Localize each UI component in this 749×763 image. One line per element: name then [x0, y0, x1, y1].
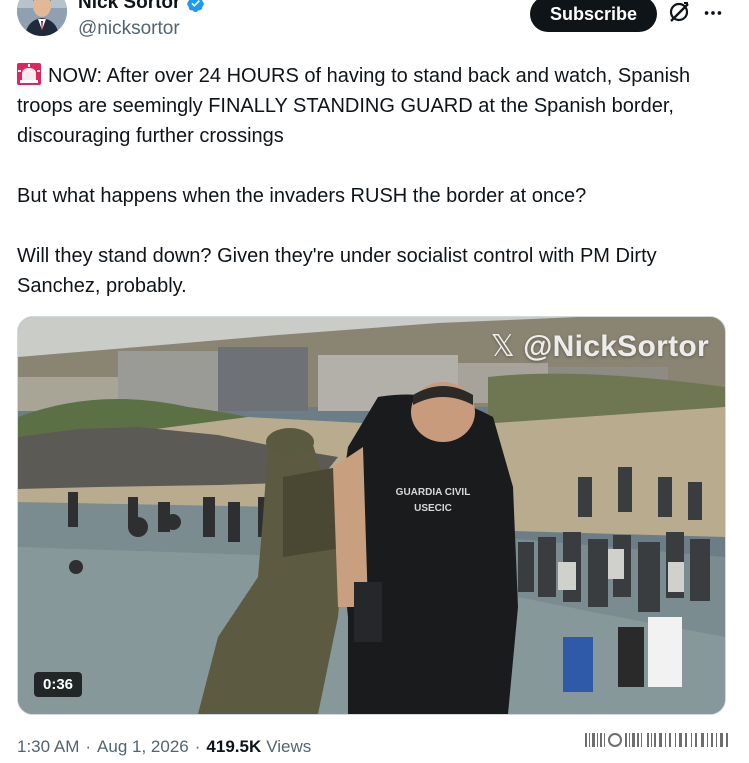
video-duration-badge: 0:36 [34, 672, 83, 697]
video-watermark: 𝕏 @NickSortor [491, 329, 709, 364]
rotating-light-icon [17, 63, 41, 85]
vest-text-1: GUARDIA CIVIL [396, 487, 471, 498]
separator-dot: · [85, 737, 92, 756]
video-player[interactable]: GUARDIA CIVIL USECIC 𝕏 @NickSortor 0:36 [17, 316, 726, 715]
tweet-paragraph-1-text: NOW: After over 24 HOURS of having to st… [17, 65, 691, 147]
tweet-paragraph-1: NOW: After over 24 HOURS of having to st… [17, 61, 717, 151]
grok-icon[interactable] [667, 0, 691, 24]
tweet-time[interactable]: 1:30 AM [17, 737, 79, 757]
author-handle[interactable]: @nicksortor [78, 18, 180, 40]
avatar[interactable] [17, 0, 67, 36]
separator-dot: · [194, 737, 201, 756]
video-frame: GUARDIA CIVIL USECIC [18, 317, 725, 714]
subscribe-button[interactable]: Subscribe [530, 0, 657, 32]
tweet-paragraph-2: But what happens when the invaders RUSH … [17, 185, 587, 207]
more-icon[interactable] [702, 2, 724, 24]
barcode-watermark-icon [585, 733, 728, 747]
tweet-date[interactable]: Aug 1, 2026 [97, 737, 189, 757]
vest-text-2: USECIC [414, 503, 452, 514]
tweet-meta: 1:30 AM · Aug 1, 2026 · 419.5K Views [17, 737, 311, 757]
tweet-text: NOW: After over 24 HOURS of having to st… [17, 61, 717, 301]
avatar-image [17, 0, 67, 36]
tweet-paragraph-3: Will they stand down? Given they're unde… [17, 245, 657, 297]
tweet: Nick Sortor @nicksortor Subscribe NOW: A… [0, 0, 749, 763]
author-name[interactable]: Nick Sortor [78, 0, 205, 14]
verified-badge-icon [187, 0, 205, 12]
x-logo-icon: 𝕏 [490, 330, 516, 363]
author-name-text[interactable]: Nick Sortor [78, 0, 180, 14]
views-label: Views [266, 737, 312, 756]
video-watermark-text: @NickSortor [523, 329, 709, 363]
views-count[interactable]: 419.5K [206, 737, 261, 757]
